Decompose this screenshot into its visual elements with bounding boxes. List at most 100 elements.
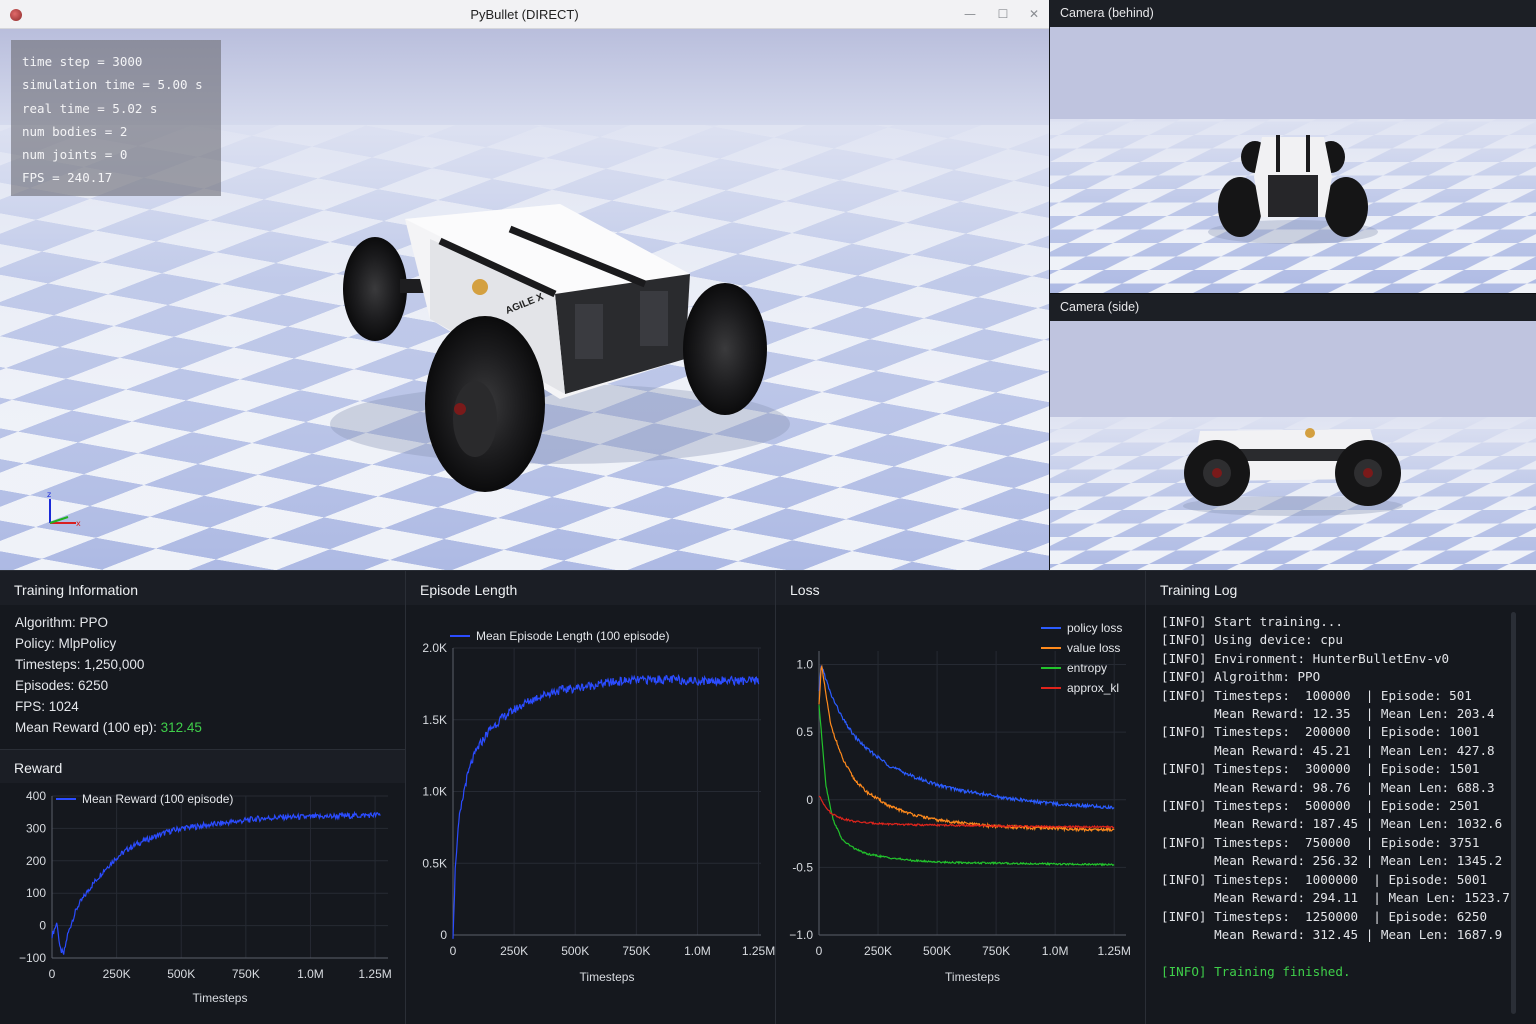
- log-line: [INFO] Timesteps: 200000 | Episode: 1001: [1161, 724, 1480, 740]
- hud-num-joints: num joints = 0: [22, 147, 128, 163]
- log-line: [INFO] Timesteps: 100000 | Episode: 501: [1161, 687, 1472, 703]
- log-line: [INFO] Environment: HunterBulletEnv-v0: [1161, 650, 1450, 666]
- y-tick-label: 0.5: [796, 725, 813, 739]
- info-mean-reward: Mean Reward (100 ep): 312.45: [15, 720, 202, 735]
- x-tick-label: 500K: [561, 944, 589, 958]
- series-line-entropy: [818, 705, 1115, 867]
- x-tick-label: 0: [450, 944, 457, 958]
- episode-length-chart[interactable]: 0 0.5K 1.0K 1.5K 2.0K 0 250K 500K 750K 1.0M 1.25M T…: [406, 571, 775, 1024]
- x-tick-label: 0: [49, 967, 56, 981]
- training-log-panel: Training Log [INFO] Start training... [IN…: [1146, 571, 1536, 1024]
- hud-real-time: real time = 5.02 s: [22, 100, 158, 116]
- x-axis-label: Timesteps: [580, 970, 635, 984]
- log-scrollbar[interactable]: [1511, 612, 1516, 1014]
- training-info-panel: Training Information Algorithm: PPO Poli…: [0, 571, 405, 749]
- divider: [1145, 571, 1146, 1024]
- x-tick-label: 250K: [103, 967, 131, 981]
- axis-x-label: x: [76, 519, 81, 528]
- mean-reward-value: 312.45: [160, 720, 202, 735]
- info-algorithm: Algorithm: PPO: [15, 615, 109, 630]
- x-axis-label: Timesteps: [193, 991, 248, 1005]
- info-timesteps: Timesteps: 1,250,000: [15, 657, 145, 672]
- x-tick-label: 1.25M: [742, 944, 775, 958]
- log-line: [INFO] Algroithm: PPO: [1161, 669, 1321, 685]
- x-tick-label: 1.25M: [358, 967, 391, 981]
- x-tick-label: 1.0M: [297, 967, 324, 981]
- y-tick-label: 0: [806, 793, 813, 807]
- legend-label: value loss: [1067, 641, 1120, 655]
- divider: [775, 571, 776, 1024]
- hud-num-bodies: num bodies = 2: [22, 123, 128, 139]
- x-tick-label: 750K: [622, 944, 650, 958]
- camera-side-title: Camera (side): [1050, 294, 1536, 321]
- y-tick-label: 0: [39, 919, 46, 933]
- divider: [405, 571, 406, 1024]
- training-log-output[interactable]: [INFO] Start training... [INFO] Using dev…: [1161, 613, 1511, 981]
- y-tick-label: 1.0K: [422, 785, 447, 799]
- divider: [0, 570, 1536, 571]
- legend-label: Mean Reward (100 episode): [82, 792, 233, 806]
- loss-chart[interactable]: −1.0 -0.5 0 0.5 1.0 0 250K 500K 750K 1.0M 1.25M Tim…: [776, 571, 1145, 1024]
- close-icon[interactable]: ✕: [1026, 6, 1042, 22]
- y-tick-label: −1.0: [789, 928, 813, 942]
- series-line-mean-episode-length-100-episode-: [452, 673, 760, 939]
- legend-label: policy loss: [1067, 621, 1122, 635]
- log-line: [INFO] Start training...: [1161, 614, 1343, 629]
- window-title: PyBullet (DIRECT): [470, 7, 579, 22]
- log-line: [INFO] Timesteps: 1000000 | Episode: 500…: [1161, 871, 1488, 887]
- camera-behind-view: [1050, 27, 1536, 293]
- camera-side-panel: Camera (side): [1050, 293, 1536, 570]
- loss-panel: Loss −1.0 -0.5 0 0.5 1.0 0 250K 500K 750K 1.0M 1.2…: [776, 571, 1145, 1024]
- x-tick-label: 1.0M: [1042, 944, 1069, 958]
- minimize-icon[interactable]: —: [962, 6, 978, 22]
- log-line: [INFO] Timesteps: 750000 | Episode: 3751: [1161, 834, 1480, 850]
- x-tick-label: 500K: [923, 944, 951, 958]
- y-tick-label: 1.5K: [422, 713, 447, 727]
- legend-label: entropy: [1067, 661, 1107, 675]
- training-info-title: Training Information: [0, 571, 405, 605]
- axis-z-label: z: [47, 490, 51, 499]
- x-tick-label: 500K: [167, 967, 195, 981]
- log-line: [INFO] Using device: cpu: [1161, 632, 1343, 648]
- hud-time-step: time step = 3000: [22, 54, 143, 69]
- x-tick-label: 0: [816, 944, 823, 958]
- log-line: [INFO] Timesteps: 300000 | Episode: 1501: [1161, 761, 1480, 777]
- log-line: Mean Reward: 294.11 | Mean Len: 1523.7: [1161, 890, 1510, 906]
- legend-label: Mean Episode Length (100 episode): [476, 629, 669, 643]
- y-tick-label: 400: [26, 789, 46, 803]
- x-tick-label: 750K: [232, 967, 260, 981]
- log-line: [INFO] Training finished.: [1161, 963, 1351, 979]
- log-line: Mean Reward: 312.45 | Mean Len: 1687.9: [1161, 926, 1503, 942]
- series-line-mean-reward-100-episode-: [51, 810, 381, 955]
- x-tick-label: 1.25M: [1098, 944, 1131, 958]
- y-tick-label: −100: [19, 951, 46, 965]
- reward-chart[interactable]: −10001002003004000 250K 500K 750K 1.0M 1.25MT…: [0, 750, 405, 1024]
- log-line: Mean Reward: 256.32 | Mean Len: 1345.2: [1161, 853, 1503, 869]
- y-tick-label: 300: [26, 821, 46, 835]
- reward-panel: Reward −100 0 100 200 300 400 0 250K 500K 750K 1.0…: [0, 750, 405, 1024]
- log-line: Mean Reward: 98.76 | Mean Len: 688.3: [1161, 779, 1495, 795]
- log-line: Mean Reward: 45.21 | Mean Len: 427.8: [1161, 742, 1495, 758]
- x-tick-label: 750K: [982, 944, 1010, 958]
- x-tick-label: 250K: [500, 944, 528, 958]
- title-bar[interactable]: PyBullet (DIRECT) — ☐ ✕: [0, 0, 1049, 29]
- info-fps: FPS: 1024: [15, 699, 79, 714]
- info-policy: Policy: MlpPolicy: [15, 636, 117, 651]
- camera-side-view: [1050, 321, 1536, 570]
- pybullet-window: PyBullet (DIRECT) — ☐ ✕ AGILE X z x time…: [0, 0, 1049, 570]
- legend-label: approx_kl: [1067, 681, 1119, 695]
- x-tick-label: 1.0M: [684, 944, 711, 958]
- training-log-title: Training Log: [1146, 571, 1536, 605]
- camera-behind-title: Camera (behind): [1050, 0, 1536, 27]
- y-tick-label: 0.5K: [422, 856, 447, 870]
- simulation-stats-overlay: time step = 3000 simulation time = 5.00 …: [11, 40, 221, 196]
- y-tick-label: 100: [26, 886, 46, 900]
- x-axis-label: Timesteps: [945, 970, 1000, 984]
- log-line: Mean Reward: 12.35 | Mean Len: 203.4: [1161, 706, 1495, 722]
- log-line: [INFO] Timesteps: 500000 | Episode: 2501: [1161, 798, 1480, 814]
- camera-behind-panel: Camera (behind): [1050, 0, 1536, 293]
- maximize-icon[interactable]: ☐: [995, 6, 1011, 22]
- hud-simulation-time: simulation time = 5.00 s: [22, 77, 203, 93]
- hud-fps: FPS = 240.17: [22, 170, 113, 186]
